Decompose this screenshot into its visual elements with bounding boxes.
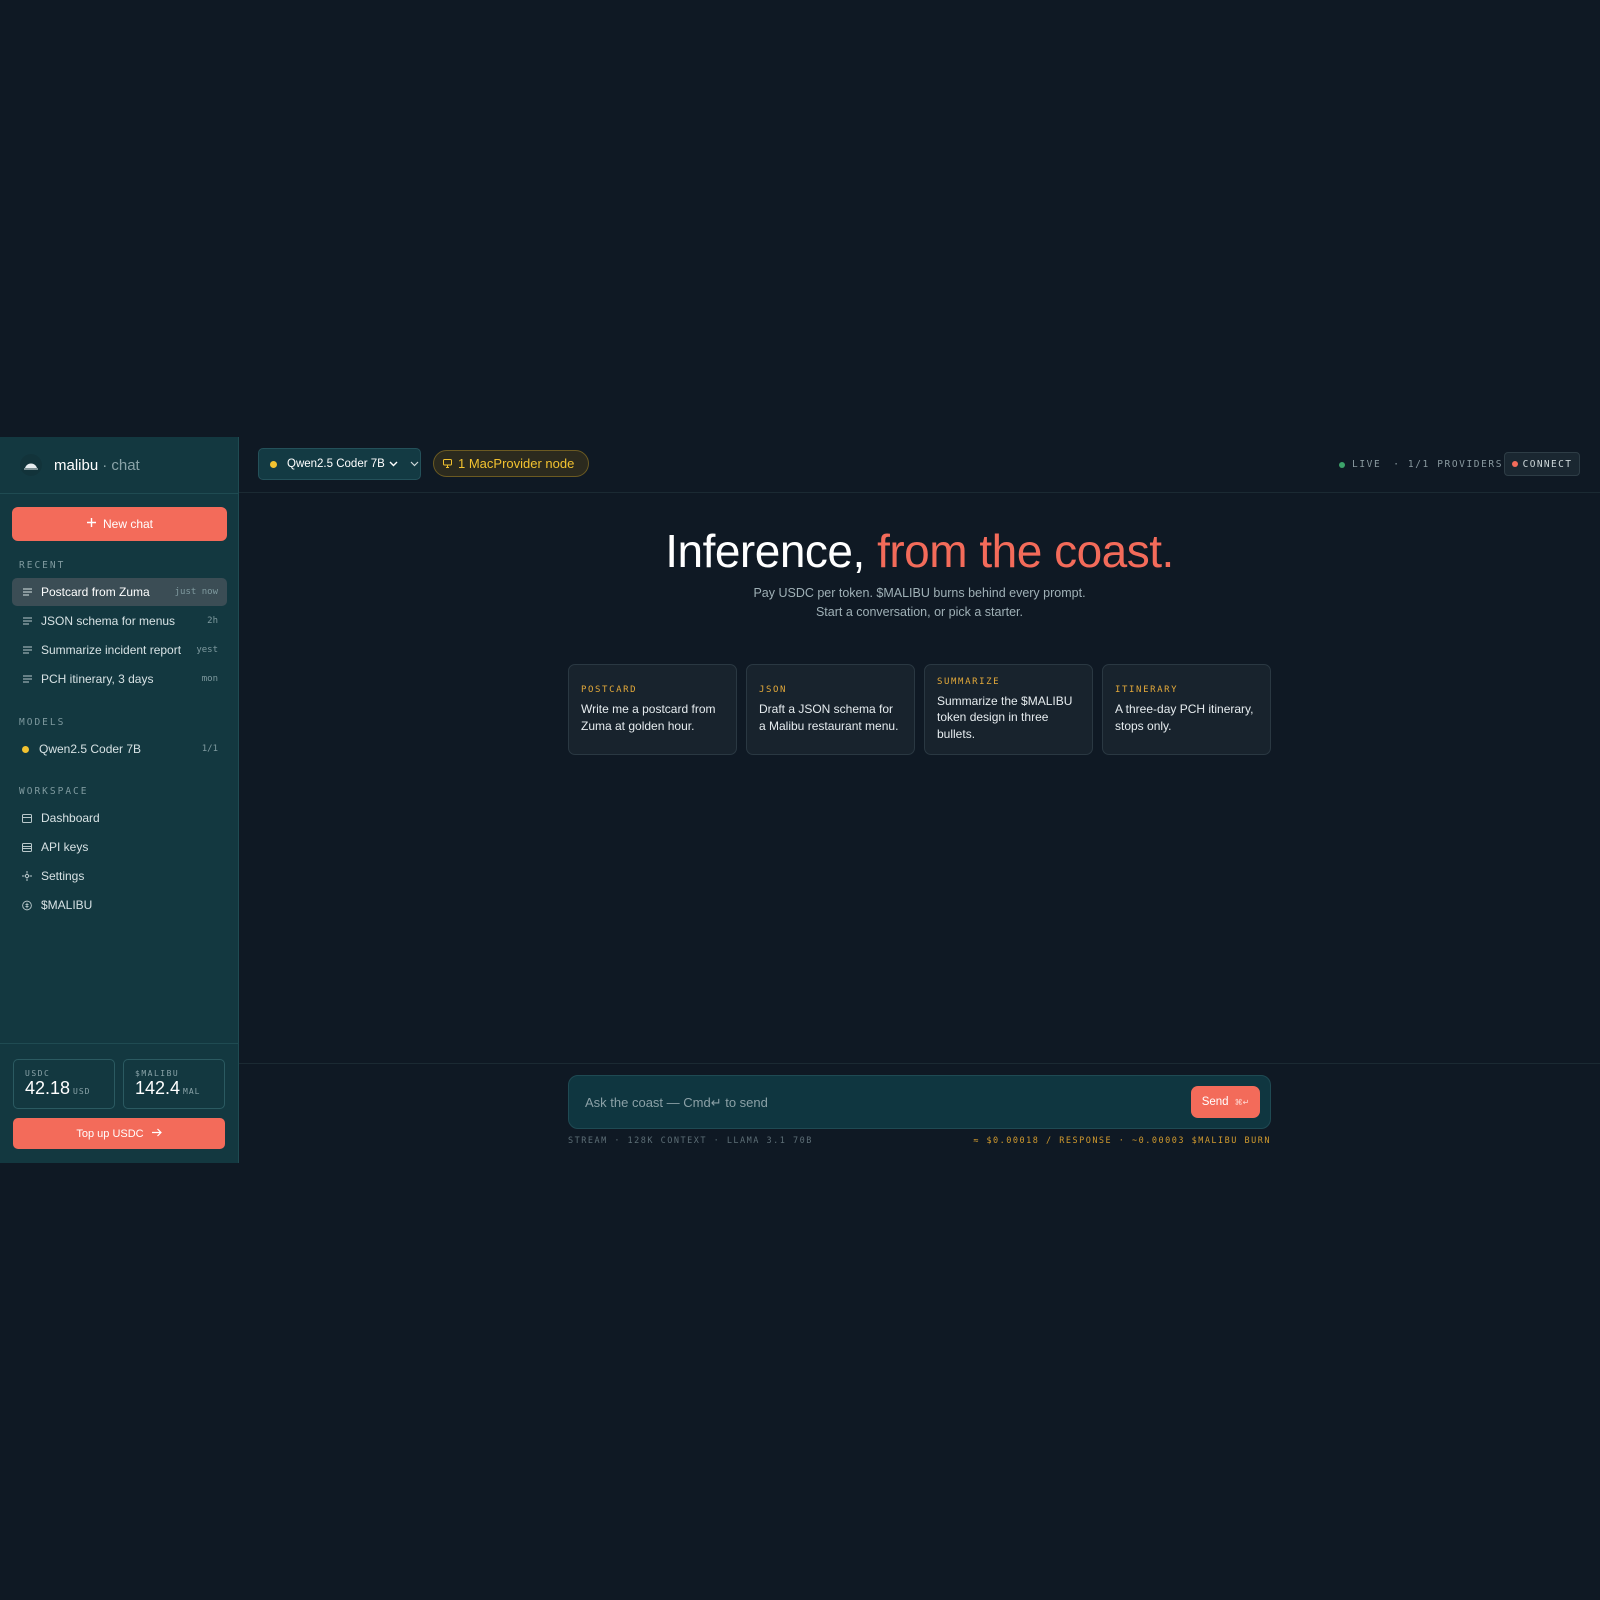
- provider-node-label: 1 MacProvider node: [458, 456, 575, 471]
- starter-card-itinerary[interactable]: ITINERARY A three-day PCH itinerary, sto…: [1102, 664, 1271, 755]
- model-item-qwen[interactable]: Qwen2.5 Coder 7B 1/1: [12, 735, 227, 763]
- model-status-dot: [270, 460, 277, 468]
- starter-tag: ITINERARY: [1115, 685, 1179, 695]
- starter-card-postcard[interactable]: POSTCARD Write me a postcard from Zuma a…: [568, 664, 737, 755]
- recent-chat-item[interactable]: Postcard from Zuma just now: [12, 578, 227, 606]
- recent-chat-time: mon: [201, 674, 218, 684]
- recent-chat-title: JSON schema for menus: [41, 614, 176, 628]
- sidebar: malibu · chat New chat RECENT Postcard f…: [0, 437, 239, 1163]
- composer-cost-estimate: ≈ $0.00018 / RESPONSE · ~0.00003 $MALIBU…: [973, 1136, 1271, 1146]
- recent-chat-time: 2h: [207, 616, 218, 626]
- recent-chat-time: yest: [196, 645, 218, 655]
- live-status-dot: [1339, 461, 1345, 468]
- starter-tag: JSON: [759, 685, 788, 695]
- chat-lines-icon: [22, 617, 32, 625]
- send-shortcut: ⌘↵: [1234, 1097, 1250, 1107]
- top-bar: Qwen2.5 Coder 7B 1 MacProvider node LIVE…: [239, 437, 1600, 493]
- hero-title-accent: from the coast.: [877, 525, 1174, 577]
- balance-title: USDC: [25, 1069, 51, 1078]
- prompt-input[interactable]: [583, 1093, 1191, 1111]
- workspace-section-label: WORKSPACE: [19, 786, 89, 797]
- workspace-item-label: Settings: [41, 869, 85, 883]
- top-up-label: Top up USDC: [76, 1127, 144, 1140]
- composer: Send ⌘↵: [568, 1075, 1271, 1129]
- workspace-item-label: $MALIBU: [41, 898, 93, 912]
- recent-section-label: RECENT: [19, 560, 66, 571]
- starter-tag: SUMMARIZE: [937, 676, 1001, 687]
- chevron-down-icon: [389, 459, 398, 470]
- recent-chat-title: PCH itinerary, 3 days: [41, 672, 154, 686]
- arrow-right-icon: [151, 1128, 162, 1140]
- starter-card-json[interactable]: JSON Draft a JSON schema for a Malibu re…: [746, 664, 915, 755]
- hero-subtitle-line1: Pay USDC per token. $MALIBU burns behind…: [753, 586, 1086, 600]
- wave-logo-icon: [20, 454, 42, 476]
- workspace-item-label: Dashboard: [41, 811, 100, 825]
- hero-title-main: Inference,: [665, 525, 865, 577]
- chat-lines-icon: [22, 675, 32, 683]
- new-chat-label: New chat: [102, 517, 154, 531]
- chat-lines-icon: [22, 646, 32, 654]
- hero-subtitle-line2: Start a conversation, or pick a starter.: [815, 605, 1024, 619]
- workspace-item-settings[interactable]: Settings: [12, 862, 227, 890]
- providers-count: · 1/1 PROVIDERS: [1393, 459, 1504, 470]
- balance-unit: MAL: [183, 1087, 201, 1096]
- connect-wallet-button[interactable]: CONNECT: [1504, 452, 1580, 476]
- monitor-icon: [443, 459, 452, 468]
- workspace-item-malibu[interactable]: $MALIBU: [12, 891, 227, 919]
- disconnected-dot: [1511, 461, 1518, 467]
- balance-value: 142.4: [135, 1078, 181, 1098]
- recent-chat-item[interactable]: PCH itinerary, 3 days mon: [12, 665, 227, 693]
- model-name: Qwen2.5 Coder 7B: [39, 742, 142, 756]
- balance-unit: USD: [73, 1087, 91, 1096]
- selected-model: Qwen2.5 Coder 7B: [287, 458, 385, 470]
- recent-chat-item[interactable]: JSON schema for menus 2h: [12, 607, 227, 635]
- starter-card-summarize[interactable]: SUMMARIZE Summarize the $MALIBU token de…: [924, 664, 1093, 755]
- hero-title: Inference, from the coast.: [239, 524, 1600, 578]
- live-label: LIVE: [1352, 459, 1382, 470]
- model-status-dot: [20, 745, 30, 753]
- brand-suffix: · chat: [102, 456, 140, 474]
- wallet-panel: USDC 42.18 USD $MALIBU 142.4 MAL Top up US…: [0, 1043, 238, 1164]
- new-chat-button[interactable]: New chat: [12, 507, 227, 541]
- model-provider-count: 1/1: [201, 744, 218, 754]
- provider-node-badge[interactable]: 1 MacProvider node: [433, 450, 589, 477]
- recent-chat-title: Summarize incident report: [41, 643, 182, 657]
- send-label: Send: [1201, 1096, 1229, 1108]
- settings-icon: [22, 871, 32, 881]
- plus-icon: [86, 517, 97, 531]
- models-section-label: MODELS: [19, 717, 66, 728]
- send-button[interactable]: Send ⌘↵: [1191, 1086, 1260, 1118]
- connect-label: CONNECT: [1522, 458, 1573, 470]
- model-selector[interactable]: Qwen2.5 Coder 7B: [258, 448, 421, 480]
- brand-name: malibu: [54, 456, 99, 474]
- recent-chat-title: Postcard from Zuma: [41, 585, 150, 599]
- network-status: LIVE · 1/1 PROVIDERS: [1339, 459, 1503, 470]
- starter-text: A three-day PCH itinerary, stops only.: [1115, 702, 1254, 733]
- recent-chat-time: just now: [174, 587, 218, 597]
- main-panel: Qwen2.5 Coder 7B 1 MacProvider node LIVE…: [239, 437, 1600, 1163]
- dashboard-icon: [22, 813, 32, 823]
- starter-tag: POSTCARD: [581, 685, 638, 695]
- balance-value: 42.18: [25, 1078, 71, 1098]
- recent-chat-item[interactable]: Summarize incident report yest: [12, 636, 227, 664]
- chat-lines-icon: [22, 588, 32, 596]
- starter-text: Write me a postcard from Zuma at golden …: [581, 702, 716, 733]
- workspace-item-label: API keys: [41, 840, 89, 854]
- starter-text: Draft a JSON schema for a Malibu restaur…: [759, 702, 899, 733]
- malibu-balance-card: $MALIBU 142.4 MAL: [123, 1059, 225, 1109]
- api-keys-icon: [22, 842, 32, 852]
- app-window: malibu · chat New chat RECENT Postcard f…: [0, 437, 1600, 1163]
- top-up-usdc-button[interactable]: Top up USDC: [13, 1118, 225, 1149]
- balance-title: $MALIBU: [135, 1069, 180, 1078]
- brand[interactable]: malibu · chat: [0, 437, 238, 494]
- usdc-balance-card: USDC 42.18 USD: [13, 1059, 115, 1109]
- composer-model-info: STREAM · 128K CONTEXT · LLAMA 3.1 70B: [568, 1136, 813, 1146]
- workspace-item-dashboard[interactable]: Dashboard: [12, 804, 227, 832]
- chevron-down-icon: [410, 459, 419, 470]
- composer-divider: [239, 1063, 1600, 1064]
- starter-text: Summarize the $MALIBU token design in th…: [937, 693, 1073, 741]
- token-icon: [22, 900, 32, 911]
- workspace-item-api-keys[interactable]: API keys: [12, 833, 227, 861]
